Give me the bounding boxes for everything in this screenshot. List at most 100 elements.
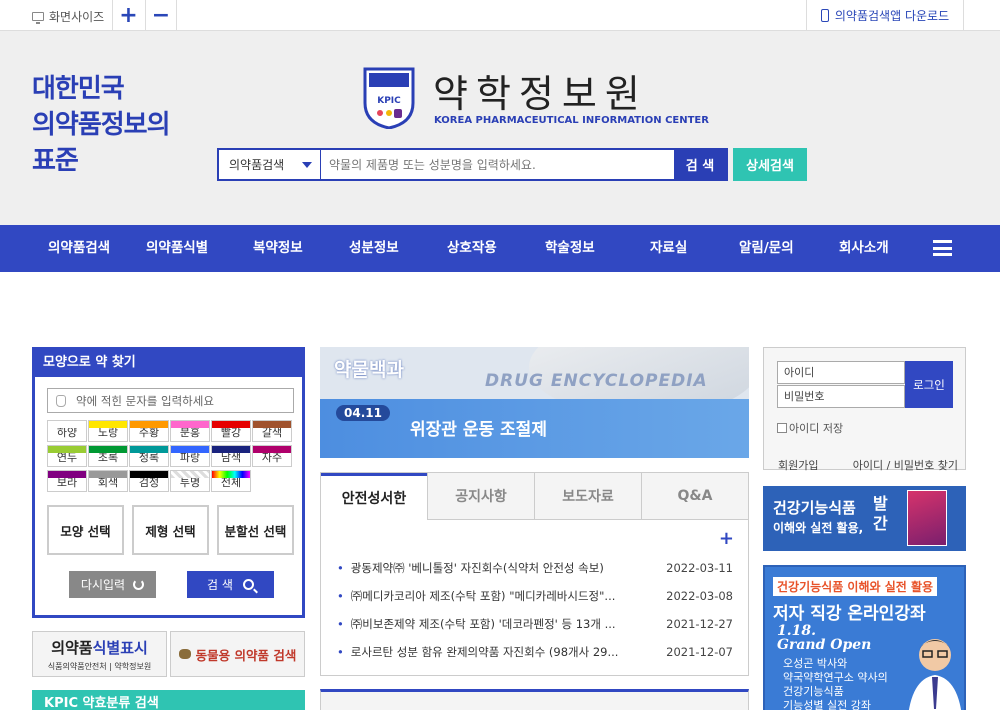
slogan-line: 표준 <box>32 146 79 176</box>
list-item[interactable]: ㈜메디카코리아 제조(수탁 포함) "메디카레바시드정"... 2022-03-… <box>337 582 733 610</box>
form-select-button[interactable]: 제형 선택 <box>132 505 209 555</box>
color-swatch[interactable]: 청록 <box>129 445 169 467</box>
color-swatch[interactable]: 투명 <box>170 470 210 492</box>
news-date: 2022-03-08 <box>666 589 733 603</box>
nav-item-library[interactable]: 자료실 <box>650 225 687 272</box>
news-title[interactable]: ㈜메디카코리아 제조(수탁 포함) "메디카레바시드정"... <box>337 588 637 604</box>
list-item[interactable]: 로사르탄 성분 함유 완제의약품 자진회수 (98개사 29... 2021-1… <box>337 638 733 666</box>
zoom-out-button[interactable]: − <box>145 0 177 31</box>
color-swatch[interactable]: 빨강 <box>211 420 251 442</box>
list-item[interactable]: 광동제약㈜ '베니톨정' 자진회수(식약처 안전성 속보) 2022-03-11 <box>337 554 733 582</box>
nav-item-interaction[interactable]: 상호작용 <box>447 225 497 272</box>
tab-press[interactable]: 보도자료 <box>534 473 641 519</box>
animal-drug-banner[interactable]: 동물용 의약품 검색 <box>170 631 305 677</box>
color-swatch[interactable]: 초록 <box>88 445 128 467</box>
drug-encyclopedia-banner[interactable]: 약물백과 DRUG ENCYCLOPEDIA 04.11 위장관 운동 조절제 <box>320 347 749 458</box>
drug-id-title-a: 의약품 <box>51 639 93 657</box>
shape-select-button[interactable]: 모양 선택 <box>47 505 124 555</box>
detail-search-button[interactable]: 상세검색 <box>733 148 807 181</box>
color-swatch[interactable]: 하양 <box>47 420 87 442</box>
lecture-desc-line: 오성곤 박사와 <box>783 657 848 670</box>
tab-qna[interactable]: Q&A <box>641 473 748 519</box>
news-title[interactable]: ㈜비보존제약 제조(수탁 포함) '데코라펜정' 등 13개 ... <box>337 616 637 632</box>
color-swatch[interactable]: 자주 <box>252 445 292 467</box>
nav-item-notice[interactable]: 알림/문의 <box>739 225 794 272</box>
drug-id-banner-title: 의약품식별표시 <box>33 637 166 658</box>
lecture-description: 오성곤 박사와 약국약학연구소 약사의 건강기능식품 기능성별 실전 강좌 <box>783 657 888 710</box>
checkbox-icon <box>777 423 787 433</box>
color-swatch[interactable]: 분홍 <box>170 420 210 442</box>
reset-button[interactable]: 다시입력 <box>69 571 156 598</box>
book-banner-title: 건강기능식품 <box>773 499 856 517</box>
id-field[interactable]: 아이디 <box>777 361 905 384</box>
color-swatch[interactable]: 주황 <box>129 420 169 442</box>
app-download-link[interactable]: 의약품검색앱 다운로드 <box>806 0 964 31</box>
color-bar <box>212 421 250 428</box>
online-lecture-banner[interactable]: 건강기능식품 이해와 실전 활용 저자 직강 온라인강좌 1.18. Grand… <box>763 565 966 710</box>
search-button[interactable]: 검 색 <box>674 150 726 179</box>
login-box: 아이디 비밀번호 로그인 아이디 저장 회원가입 아이디 / 비밀번호 찾기 <box>763 347 966 473</box>
search-category-value: 의약품검색 <box>229 158 285 172</box>
shape-find-button[interactable]: 검 색 <box>187 571 274 598</box>
logo-title[interactable]: 약학정보원 <box>433 63 648 118</box>
color-grid: 하양 노랑 주황 분홍 빨강 갈색연두 초록 청록 파랑 남색 자주보라 회색 검정 투명 전체 <box>47 420 293 495</box>
score-line-select-button[interactable]: 분할선 선택 <box>217 505 294 555</box>
search-input[interactable] <box>321 150 674 179</box>
news-date: 2021-12-27 <box>666 617 733 631</box>
nav-item-company[interactable]: 회사소개 <box>839 225 889 272</box>
color-bar <box>171 471 209 478</box>
drug-id-banner-sub: 식품의약품안전처 | 약학정보원 <box>47 662 152 671</box>
color-bar <box>130 471 168 478</box>
zoom-in-button[interactable]: + <box>112 0 144 31</box>
encyclopedia-date: 04.11 <box>336 405 390 421</box>
menu-icon[interactable] <box>933 240 952 256</box>
notice-board: 안전성서한 공지사항 보도자료 Q&A + 광동제약㈜ '베니톨정' 자진회수(… <box>320 472 749 676</box>
top-utility-bar: 화면사이즈 + − 의약품검색앱 다운로드 <box>0 0 1000 31</box>
color-bar <box>253 446 291 453</box>
drug-id-banner[interactable]: 의약품식별표시 식품의약품안전처 | 약학정보원 <box>32 631 167 677</box>
join-link[interactable]: 회원가입 <box>778 457 818 473</box>
color-swatch[interactable]: 파랑 <box>170 445 210 467</box>
news-title[interactable]: 광동제약㈜ '베니톨정' 자진회수(식약처 안전성 속보) <box>337 560 637 576</box>
search-category-select[interactable]: 의약품검색 <box>219 150 321 179</box>
lecture-desc-line: 약국약학연구소 약사의 <box>783 671 888 684</box>
book-cover-image <box>907 490 947 546</box>
color-swatch[interactable]: 노랑 <box>88 420 128 442</box>
color-bar <box>48 446 86 453</box>
lecture-desc-line: 기능성별 실전 강좌 <box>783 699 871 710</box>
shape-find-label: 검 색 <box>207 578 233 592</box>
list-item[interactable]: ㈜비보존제약 제조(수탁 포함) '데코라펜정' 등 13개 ... 2021-… <box>337 610 733 638</box>
color-swatch[interactable]: 전체 <box>211 470 251 492</box>
nav-item-drug-id[interactable]: 의약품식별 <box>146 225 208 272</box>
logo-emblem-text: KPIC <box>377 96 401 106</box>
dog-icon <box>178 649 191 659</box>
color-swatch[interactable]: 회색 <box>88 470 128 492</box>
nav-item-academic[interactable]: 학술정보 <box>545 225 595 272</box>
color-swatch[interactable]: 연두 <box>47 445 87 467</box>
reset-label: 다시입력 <box>80 578 126 592</box>
color-swatch[interactable]: 남색 <box>211 445 251 467</box>
nav-item-medication[interactable]: 복약정보 <box>253 225 303 272</box>
tab-safety-letter[interactable]: 안전성서한 <box>321 473 427 520</box>
nav-item-drug-search[interactable]: 의약품검색 <box>48 225 110 272</box>
login-links: 회원가입 아이디 / 비밀번호 찾기 <box>778 457 958 473</box>
kpic-logo-icon[interactable]: KPIC <box>363 67 415 129</box>
news-title[interactable]: 로사르탄 성분 함유 완제의약품 자진회수 (98개사 29... <box>337 644 637 660</box>
login-button[interactable]: 로그인 <box>905 361 953 408</box>
color-bar <box>89 446 127 453</box>
password-field[interactable]: 비밀번호 <box>777 385 905 408</box>
health-food-book-banner[interactable]: 건강기능식품 이해와 실전 활용, 발간 <box>763 486 966 551</box>
color-swatch[interactable]: 갈색 <box>252 420 292 442</box>
marking-text-input[interactable]: 약에 적힌 문자를 입력하세요 <box>47 388 294 413</box>
color-swatch[interactable]: 검정 <box>129 470 169 492</box>
color-bar <box>130 446 168 453</box>
animal-drug-label: 동물용 의약품 검색 <box>195 647 297 663</box>
color-swatch[interactable]: 보라 <box>47 470 87 492</box>
color-bar <box>171 446 209 453</box>
kpic-classification-banner[interactable]: KPIC 약효분류 검색 <box>32 690 305 710</box>
nav-item-ingredient[interactable]: 성분정보 <box>349 225 399 272</box>
find-account-link[interactable]: 아이디 / 비밀번호 찾기 <box>853 457 958 473</box>
tab-announcements[interactable]: 공지사항 <box>427 473 534 519</box>
more-plus-icon[interactable]: + <box>719 528 734 549</box>
save-id-checkbox[interactable]: 아이디 저장 <box>777 420 843 436</box>
